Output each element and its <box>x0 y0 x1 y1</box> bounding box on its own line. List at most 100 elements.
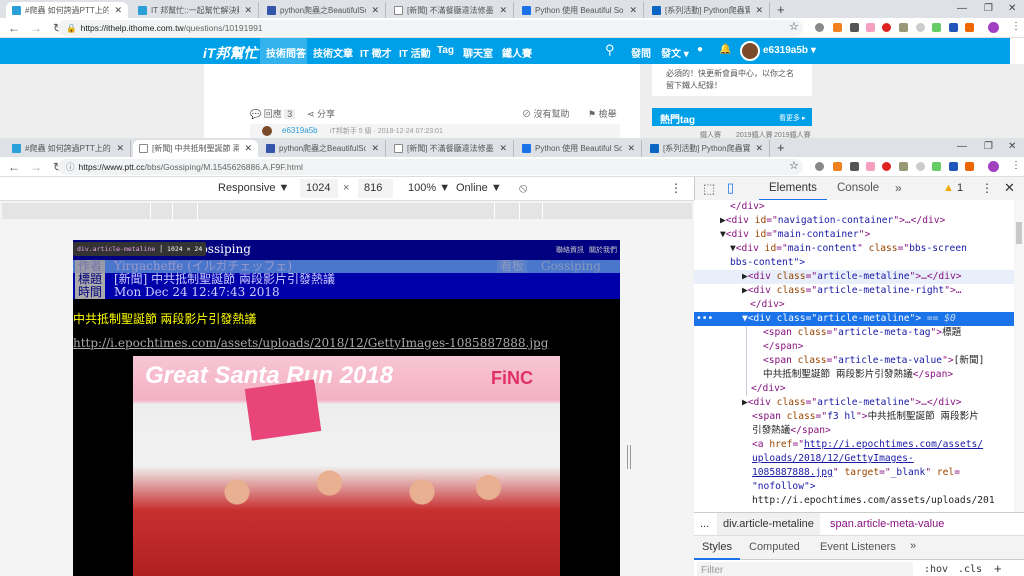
ithelp-logo[interactable]: iT邦幫忙 <box>203 43 257 63</box>
device-menu-icon[interactable]: ⋮ <box>670 181 682 195</box>
dom-node[interactable]: </div> <box>694 200 1024 214</box>
back-icon[interactable]: ← <box>6 160 22 174</box>
dom-node-hovered[interactable]: ▶<div class="article-metaline">…</div> <box>694 270 1024 284</box>
chat-icon[interactable]: ● <box>697 44 703 55</box>
close-tab-icon[interactable]: ✕ <box>755 143 763 154</box>
url-input[interactable]: 🔒 https://ithelp.ithome.com.tw/questions/… <box>58 20 803 36</box>
close-tab-icon[interactable]: ✕ <box>629 5 637 16</box>
dom-node-selected[interactable]: ••• ▼<div class="article-metaline"> == $0 <box>694 312 1024 326</box>
dom-node[interactable]: <span class="article-meta-tag">標題 <box>747 326 1024 340</box>
href-link[interactable]: http://i.epochtimes.com/assets/ <box>804 439 983 450</box>
extension-icon[interactable] <box>833 23 842 32</box>
nav-articles[interactable]: 技術文章 <box>313 45 353 60</box>
profile-avatar[interactable] <box>988 22 999 33</box>
network-select[interactable]: Online ▼ <box>456 182 502 194</box>
extension-icon[interactable] <box>866 23 875 32</box>
extension-icon[interactable] <box>850 162 859 171</box>
forward-icon[interactable]: → <box>28 21 44 35</box>
contact-link[interactable]: 聯絡資訊 <box>556 245 584 255</box>
new-style-rule-button[interactable]: + <box>994 561 1002 576</box>
back-tab-3[interactable]: [新聞] 不滿餐廳違法修墨 書園批餐廳 ✕ <box>388 2 514 19</box>
back-icon[interactable]: ← <box>6 21 22 35</box>
breadcrumb-div[interactable]: div.article-metaline <box>717 513 820 535</box>
zoom-select[interactable]: 100% ▼ <box>408 182 450 194</box>
user-avatar[interactable] <box>740 41 760 61</box>
see-more-link[interactable]: 看更多 ▸ <box>779 113 805 123</box>
ask-button[interactable]: 發問 <box>631 45 651 60</box>
extension-icon[interactable] <box>932 162 941 171</box>
front-tab-2[interactable]: python爬蟲之BeautifulSoup - 简 ✕ <box>260 140 386 157</box>
close-tab-icon[interactable]: ✕ <box>499 5 507 16</box>
bookmark-star-icon[interactable]: ☆ <box>789 159 799 172</box>
user-menu[interactable]: e6319a5b ▾ <box>763 45 816 56</box>
close-window-button[interactable]: ✕ <box>1008 141 1016 152</box>
tab-elements[interactable]: Elements <box>759 177 827 201</box>
extension-icon[interactable] <box>949 162 958 171</box>
device-select[interactable]: Responsive ▼ <box>218 182 289 194</box>
tree-scrollbar[interactable] <box>1014 200 1024 512</box>
close-tab-icon[interactable]: ✕ <box>371 5 379 16</box>
back-tab-4[interactable]: Python 使用 Beautiful Soup 抓取 ✕ <box>516 2 644 19</box>
adblock-icon[interactable] <box>882 23 891 32</box>
image-link[interactable]: http://i.epochtimes.com/assets/uploads/2… <box>73 336 548 350</box>
url-input[interactable]: ⓘ https://www.ptt.cc/bbs/Gossiping/M.1545… <box>58 159 803 175</box>
close-tab-icon[interactable]: ✕ <box>244 143 252 154</box>
dom-node[interactable]: <a href="http://i.epochtimes.com/assets/ <box>694 438 1024 452</box>
href-link[interactable]: uploads/2018/12/GettyImages- <box>752 453 914 464</box>
close-tab-icon[interactable]: ✕ <box>627 143 635 154</box>
cls-toggle[interactable]: .cls <box>958 564 982 575</box>
href-link[interactable]: 1085887888.jpg <box>752 467 833 478</box>
warnings-badge[interactable]: ▲ 1 <box>943 182 963 194</box>
menu-icon[interactable]: ⋮ <box>1011 21 1021 32</box>
close-tab-icon[interactable]: ✕ <box>371 143 379 154</box>
extension-icon[interactable] <box>965 162 974 171</box>
tab-computed[interactable]: Computed <box>749 541 800 553</box>
front-tab-0[interactable]: #爬蟲 如何誇過PTT上的你成年 ✕ <box>6 140 131 157</box>
extension-icon[interactable] <box>815 162 824 171</box>
menu-icon[interactable]: ⋮ <box>1011 160 1021 171</box>
scrollbar-thumb[interactable] <box>1016 222 1022 244</box>
extension-icon[interactable] <box>866 162 875 171</box>
minimize-button[interactable]: — <box>957 141 967 152</box>
hov-toggle[interactable]: :hov <box>924 564 948 575</box>
santa-run-image[interactable]: Great Santa Run 2018 FiNC <box>133 356 560 576</box>
maximize-button[interactable]: ❐ <box>984 3 993 14</box>
report-button[interactable]: ⚑ 檢舉 <box>588 107 617 120</box>
reply-link[interactable]: 💬 回應 3 <box>250 107 296 120</box>
dom-node[interactable]: ▼<div id="main-container"> <box>694 228 1024 242</box>
forward-icon[interactable]: → <box>28 160 44 174</box>
extension-icon[interactable] <box>833 162 842 171</box>
search-icon[interactable]: ⚲ <box>605 42 615 58</box>
extension-icon[interactable] <box>916 162 925 171</box>
extension-icon[interactable] <box>815 23 824 32</box>
extension-icon[interactable] <box>899 162 908 171</box>
breadcrumb-more[interactable]: ... <box>700 518 709 530</box>
bookmark-star-icon[interactable]: ☆ <box>789 20 799 33</box>
device-toggle-icon[interactable]: ▯ <box>727 180 734 196</box>
close-tab-icon[interactable]: ✕ <box>499 143 507 154</box>
more-style-tabs[interactable]: » <box>910 540 916 552</box>
extension-icon[interactable] <box>965 23 974 32</box>
close-tab-icon[interactable]: ✕ <box>116 143 124 154</box>
back-tab-5[interactable]: [系列活動] Python爬蟲實戰 ✕ <box>646 2 770 19</box>
nav-events[interactable]: IT 活動 <box>399 45 431 60</box>
profile-avatar[interactable] <box>988 161 999 172</box>
post-button[interactable]: 發文 ▾ <box>661 45 689 60</box>
adblock-icon[interactable] <box>882 162 891 171</box>
devtools-close-icon[interactable]: ✕ <box>1004 180 1015 196</box>
close-window-button[interactable]: ✕ <box>1008 3 1016 14</box>
front-tab-3[interactable]: [新聞] 不滿餐廳違法修墨 書園批餐 ✕ <box>388 140 514 157</box>
dom-node[interactable]: ▼<div id="main-content" class="bbs-scree… <box>694 242 1024 256</box>
node-actions-icon[interactable]: ••• <box>696 312 713 326</box>
height-input[interactable]: 816 <box>358 179 393 198</box>
nav-questions[interactable]: 技術問答 <box>266 45 306 60</box>
comment-user[interactable]: e6319a5b <box>282 126 318 135</box>
dom-node[interactable]: <span class="f3 hl">中共抵制聖誕節 兩段影片 <box>694 410 1024 424</box>
close-tab-icon[interactable]: ✕ <box>755 5 763 16</box>
nav-chat[interactable]: 聊天室 <box>463 45 493 60</box>
nav-jobs[interactable]: IT 徵才 <box>360 45 392 60</box>
front-tab-1[interactable]: [新聞] 中共抵制聖誕節 兩段影片引 ✕ <box>133 140 258 157</box>
dom-node[interactable]: ▶<div id="navigation-container">…</div> <box>694 214 1024 228</box>
tab-styles[interactable]: Styles <box>694 536 740 560</box>
rotate-icon[interactable]: ⦸ <box>519 180 527 196</box>
